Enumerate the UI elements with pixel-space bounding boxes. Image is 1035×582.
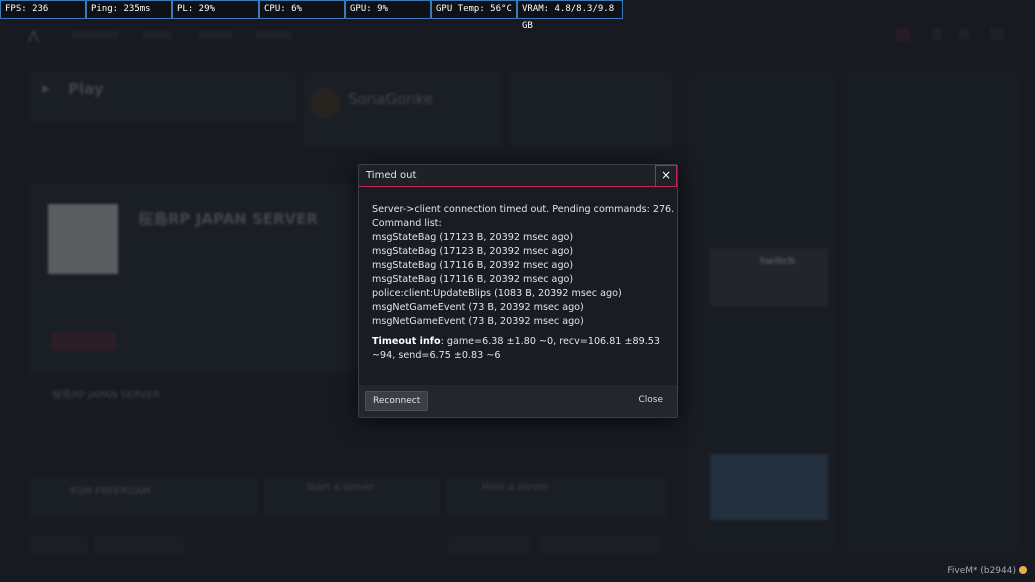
message-line: Server->client connection timed out. Pen… <box>372 204 675 215</box>
app-window: FPS: 236 Ping: 235ms PL: 29% CPU: 6% GPU… <box>0 0 1035 582</box>
message-line: msgStateBag (17116 B, 20392 msec ago) <box>372 260 574 271</box>
close-button[interactable]: Close <box>638 395 663 405</box>
timeout-info-label: Timeout info <box>372 336 441 347</box>
perf-vram: VRAM: 4.8/8.3/9.8 GB <box>517 0 623 31</box>
timeout-info: Timeout info: game=6.38 ±1.80 ~0, recv=1… <box>372 335 668 363</box>
message-line: msgStateBag (17123 B, 20392 msec ago) <box>372 246 574 257</box>
message-line: msgNetGameEvent (73 B, 20392 msec ago) <box>372 316 584 327</box>
perf-gpu: GPU: 9% <box>345 0 431 19</box>
message-line: Command list: <box>372 218 442 229</box>
reconnect-button[interactable]: Reconnect <box>365 391 429 411</box>
message-line: police:client:UpdateBlips (1083 B, 20392… <box>372 288 622 299</box>
dialog-title: Timed out <box>366 170 417 181</box>
perf-fps: FPS: 236 <box>0 0 86 19</box>
message-line: msgStateBag (17123 B, 20392 msec ago) <box>372 232 574 243</box>
version-label: FiveM* (b2944) <box>947 566 1027 576</box>
perf-gpu-temp: GPU Temp: 56°C <box>431 0 517 19</box>
perf-ping: Ping: 235ms <box>86 0 172 19</box>
perf-cpu: CPU: 6% <box>259 0 345 19</box>
status-icon <box>1019 566 1027 574</box>
message-line: msgStateBag (17116 B, 20392 msec ago) <box>372 274 574 285</box>
dialog-header: Timed out × <box>359 165 677 187</box>
dialog-footer: Reconnect Close <box>359 385 677 417</box>
perf-packet-loss: PL: 29% <box>172 0 259 19</box>
close-icon[interactable]: × <box>655 165 677 187</box>
message-line: msgNetGameEvent (73 B, 20392 msec ago) <box>372 302 584 313</box>
performance-overlay: FPS: 236 Ping: 235ms PL: 29% CPU: 6% GPU… <box>0 0 623 31</box>
dialog-message: Server->client connection timed out. Pen… <box>372 203 675 363</box>
timed-out-dialog: Timed out × Server->client connection ti… <box>358 164 678 418</box>
